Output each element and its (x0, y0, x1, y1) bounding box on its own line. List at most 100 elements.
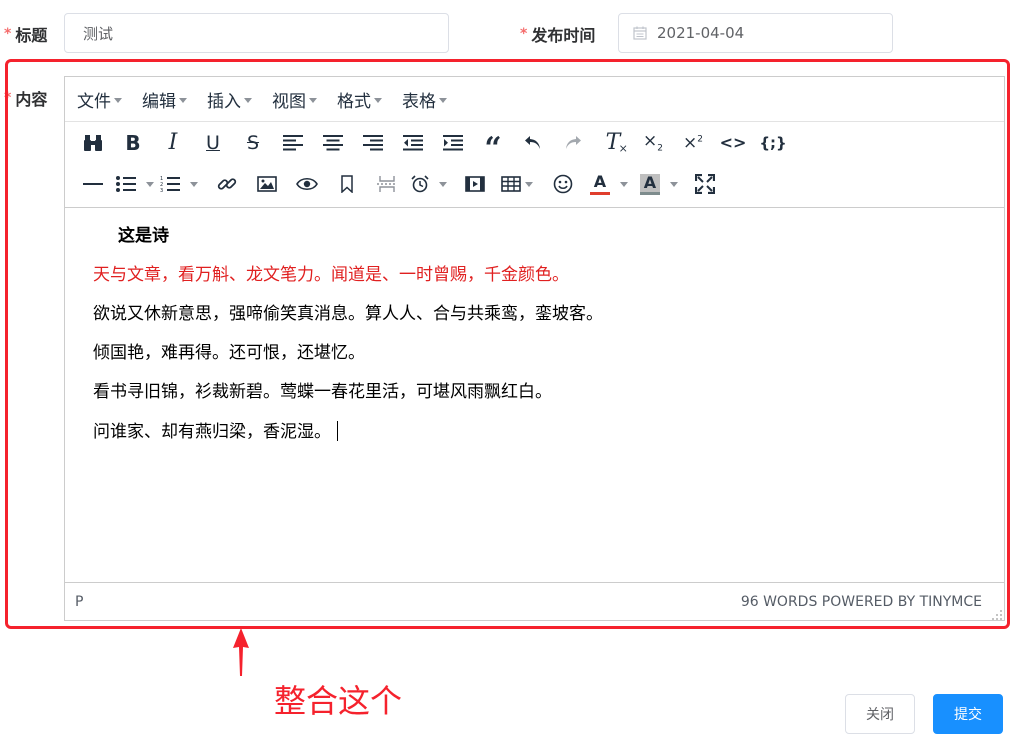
menu-edit-label: 编辑 (142, 91, 176, 112)
align-left-button[interactable] (273, 126, 313, 160)
menu-table[interactable]: 表格 (402, 87, 447, 112)
element-path[interactable]: P (75, 594, 83, 610)
code-sample-button[interactable]: {;} (753, 126, 793, 160)
code-icon: <> (719, 133, 747, 152)
bullet-list-icon (116, 176, 136, 192)
publish-time-picker[interactable]: 2021-04-04 (618, 13, 893, 53)
poem-line: 看书寻旧锦，衫裁新碧。莺蝶一春花里活，可堪风雨飘红白。 (93, 382, 552, 402)
resize-handle-icon[interactable] (992, 608, 1002, 620)
text-cursor (337, 421, 338, 441)
menu-insert[interactable]: 插入 (207, 87, 252, 112)
film-icon (465, 176, 485, 192)
annotation-text: 整合这个 (274, 682, 403, 720)
superscript-button[interactable]: ×2 (673, 126, 713, 160)
smiley-icon (553, 174, 573, 194)
redo-button[interactable] (553, 126, 593, 160)
chevron-down-icon (114, 97, 122, 103)
rich-text-editor: 文件 编辑 插入 视图 格式 表格 B I U S “ T × ×2 ×2 <> … (64, 76, 1005, 621)
menu-format[interactable]: 格式 (337, 87, 382, 112)
strikethrough-button[interactable]: S (233, 126, 273, 160)
outdent-icon (403, 134, 423, 151)
clear-format-icon: T × (605, 130, 628, 155)
quote-icon: “ (484, 130, 502, 166)
required-mark: * (4, 26, 12, 42)
underline-button[interactable]: U (193, 126, 233, 160)
table-button[interactable] (495, 167, 539, 201)
link-button[interactable] (207, 167, 247, 201)
bullet-list-button[interactable] (113, 167, 157, 201)
alarm-clock-icon (411, 175, 429, 193)
publish-time-value: 2021-04-04 (657, 24, 745, 42)
editor-toolbar-secondary: 123 A A (65, 163, 1004, 205)
align-center-icon (323, 134, 343, 151)
table-icon (501, 176, 521, 192)
menu-format-label: 格式 (337, 91, 371, 112)
chevron-down-icon (374, 97, 382, 103)
indent-button[interactable] (433, 126, 473, 160)
binoculars-icon (83, 134, 103, 152)
poem-line: 欲说又休新意思，强啼偷笑真消息。算人人、合与共乘鸾，銮坡客。 (93, 304, 603, 324)
menu-insert-label: 插入 (207, 91, 241, 112)
horizontal-line-button[interactable] (73, 167, 113, 201)
menu-edit[interactable]: 编辑 (142, 87, 187, 112)
media-button[interactable] (455, 167, 495, 201)
code-sample-icon: {;} (759, 133, 787, 152)
chevron-down-icon (439, 181, 447, 187)
underline-icon: U (206, 131, 220, 154)
align-center-button[interactable] (313, 126, 353, 160)
preview-button[interactable] (287, 167, 327, 201)
align-right-icon (363, 134, 383, 151)
menu-file-label: 文件 (77, 91, 111, 112)
menu-view-label: 视图 (272, 91, 306, 112)
poem-line: 倾国艳，难再得。还可恨，还堪忆。 (93, 343, 365, 363)
blockquote-button[interactable]: “ (473, 126, 513, 163)
find-replace-button[interactable] (73, 126, 113, 160)
background-color-button[interactable]: A (637, 167, 681, 201)
image-icon (257, 176, 277, 192)
align-left-icon (283, 134, 303, 151)
bookmark-icon (340, 175, 354, 193)
chevron-down-icon (179, 97, 187, 103)
italic-button[interactable]: I (153, 126, 193, 160)
svg-text:3: 3 (160, 188, 163, 193)
clear-formatting-button[interactable]: T × (593, 126, 633, 160)
editor-toolbar-primary: B I U S “ T × ×2 ×2 <> {;} (65, 121, 1004, 163)
menu-file[interactable]: 文件 (77, 87, 122, 112)
editor-content-area[interactable]: 这是诗 天与文章，看万斛、龙文笔力。闻道是、一时曾赐，千金颜色。 欲说又休新意思… (65, 208, 1004, 582)
menu-view[interactable]: 视图 (272, 87, 317, 112)
undo-button[interactable] (513, 126, 553, 160)
poem-line-highlighted: 天与文章，看万斛、龙文笔力。闻道是、一时曾赐，千金颜色。 (93, 265, 569, 285)
close-button[interactable]: 关闭 (845, 694, 915, 734)
annotation-arrow-icon (232, 628, 250, 680)
page-break-button[interactable] (367, 167, 407, 201)
outdent-button[interactable] (393, 126, 433, 160)
emoticons-button[interactable] (543, 167, 583, 201)
align-right-button[interactable] (353, 126, 393, 160)
text-color-icon: A (590, 173, 610, 195)
title-input[interactable]: 测试 (64, 13, 449, 53)
title-label: * 标题 (4, 22, 47, 46)
fullscreen-button[interactable] (685, 167, 725, 201)
publish-time-label: * 发布时间 (520, 22, 595, 46)
image-button[interactable] (247, 167, 287, 201)
eye-icon (296, 177, 318, 191)
numbered-list-icon: 123 (160, 175, 180, 193)
source-code-button[interactable]: <> (713, 126, 753, 160)
chevron-down-icon (190, 181, 198, 187)
editor-menubar: 文件 编辑 插入 视图 格式 表格 (65, 77, 1004, 121)
numbered-list-button[interactable]: 123 (157, 167, 201, 201)
bold-button[interactable]: B (113, 126, 153, 160)
link-icon (217, 174, 237, 194)
text-color-button[interactable]: A (587, 167, 631, 201)
poem-line-last: 问谁家、却有燕归梁，香泥湿。 (93, 421, 976, 442)
submit-button[interactable]: 提交 (933, 694, 1003, 734)
page-break-icon (377, 175, 397, 193)
subscript-button[interactable]: ×2 (633, 126, 673, 160)
editor-statusbar: P 96 WORDS POWERED BY TINYMCE (65, 582, 1004, 620)
poem-line-text: 问谁家、却有燕归梁，香泥湿。 (93, 422, 331, 442)
required-mark: * (520, 26, 528, 42)
indent-icon (443, 134, 463, 151)
insert-datetime-button[interactable] (407, 167, 451, 201)
anchor-button[interactable] (327, 167, 367, 201)
undo-icon (524, 135, 542, 151)
